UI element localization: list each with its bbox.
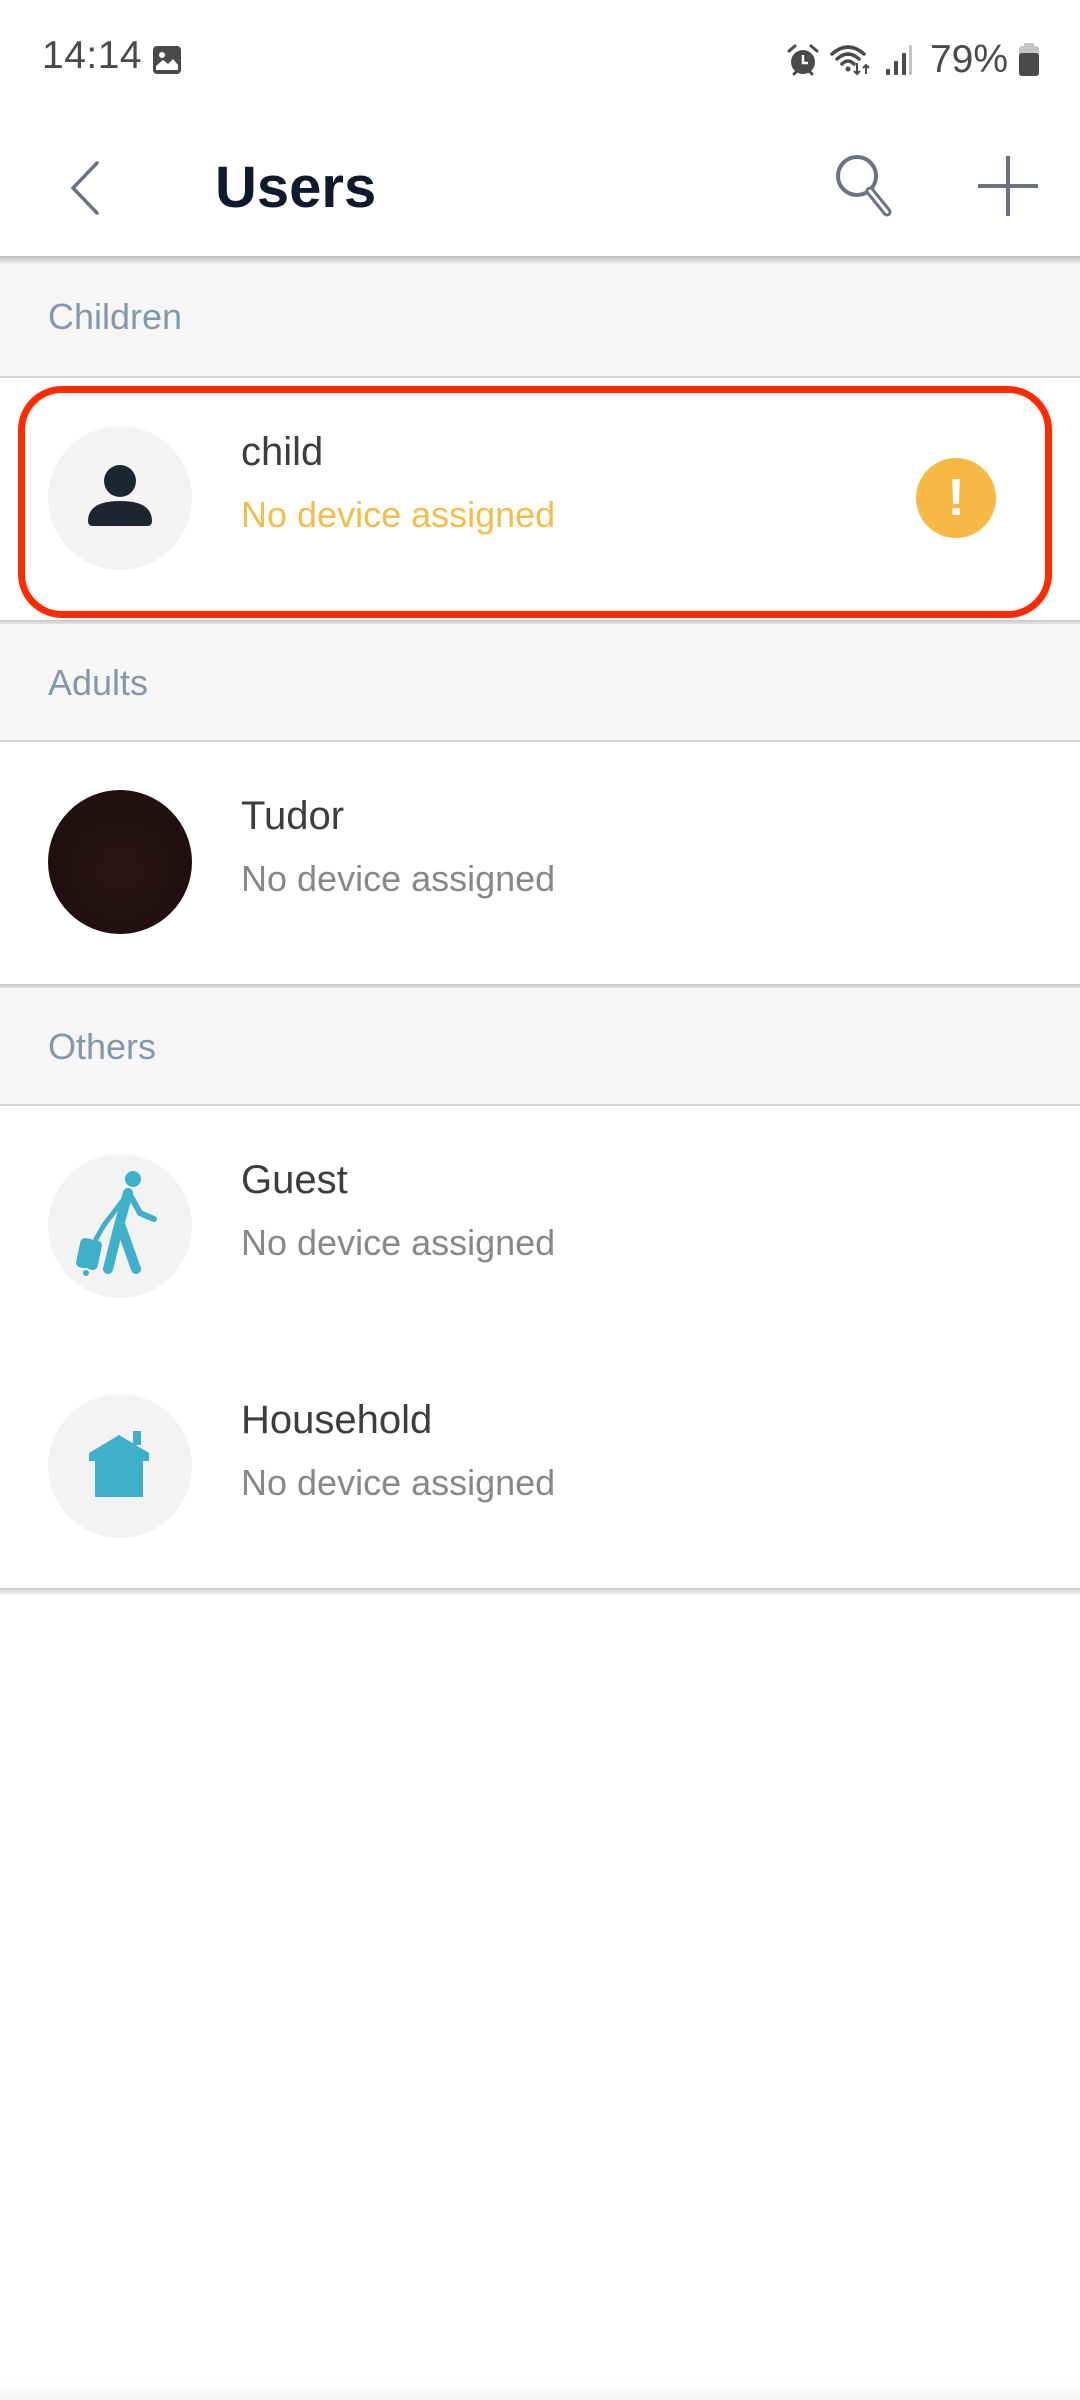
user-row-guest[interactable]: Guest No device assigned: [0, 1106, 1080, 1346]
user-name: child: [241, 430, 324, 474]
user-device-status: No device assigned: [241, 1462, 556, 1503]
user-name: Guest: [241, 1158, 348, 1202]
section-header-others: Others: [0, 988, 1080, 1106]
warning-mark: !: [947, 469, 965, 527]
avatar: [48, 1394, 192, 1538]
avatar: [48, 426, 192, 570]
status-bar: 14:14 79%: [0, 0, 1080, 120]
gallery-icon: [153, 46, 181, 74]
battery-percent: 79%: [929, 38, 1008, 81]
section-title: Adults: [48, 662, 149, 703]
section-title: Children: [48, 296, 183, 337]
chevron-left-icon: [65, 158, 105, 223]
battery-icon: [1018, 43, 1040, 77]
house-icon: [87, 1430, 153, 1502]
section-header-children: Children: [0, 264, 1080, 378]
app-bar: Users: [0, 120, 1080, 256]
user-row-child[interactable]: child No device assigned !: [0, 378, 1080, 618]
signal-icon: [884, 43, 912, 77]
plus-icon: [976, 154, 1040, 223]
person-icon: [85, 461, 155, 536]
list-bottom-shadow: [0, 1588, 1080, 1596]
user-row-household[interactable]: Household No device assigned: [0, 1346, 1080, 1586]
search-icon: [829, 150, 901, 227]
wifi-icon: [830, 43, 874, 77]
alarm-icon: [786, 43, 820, 77]
user-device-status: No device assigned: [241, 858, 556, 899]
back-button[interactable]: [50, 140, 120, 240]
status-icons: 79%: [786, 30, 1040, 90]
avatar: [48, 1154, 192, 1298]
nav-bar-area: [0, 2380, 1080, 2400]
user-row-tudor[interactable]: Tudor No device assigned: [0, 742, 1080, 982]
user-name: Tudor: [241, 794, 345, 838]
user-device-status: No device assigned: [241, 494, 556, 535]
section-header-adults: Adults: [0, 624, 1080, 742]
status-time: 14:14: [42, 34, 143, 77]
profile-photo: [48, 790, 192, 934]
warning-icon: !: [916, 458, 996, 538]
page-title: Users: [215, 155, 377, 220]
traveler-icon: [70, 1169, 170, 1284]
search-button[interactable]: [815, 138, 915, 238]
user-device-status: No device assigned: [241, 1222, 556, 1263]
user-name: Household: [241, 1398, 433, 1442]
add-user-button[interactable]: [958, 138, 1058, 238]
section-title: Others: [48, 1026, 157, 1067]
